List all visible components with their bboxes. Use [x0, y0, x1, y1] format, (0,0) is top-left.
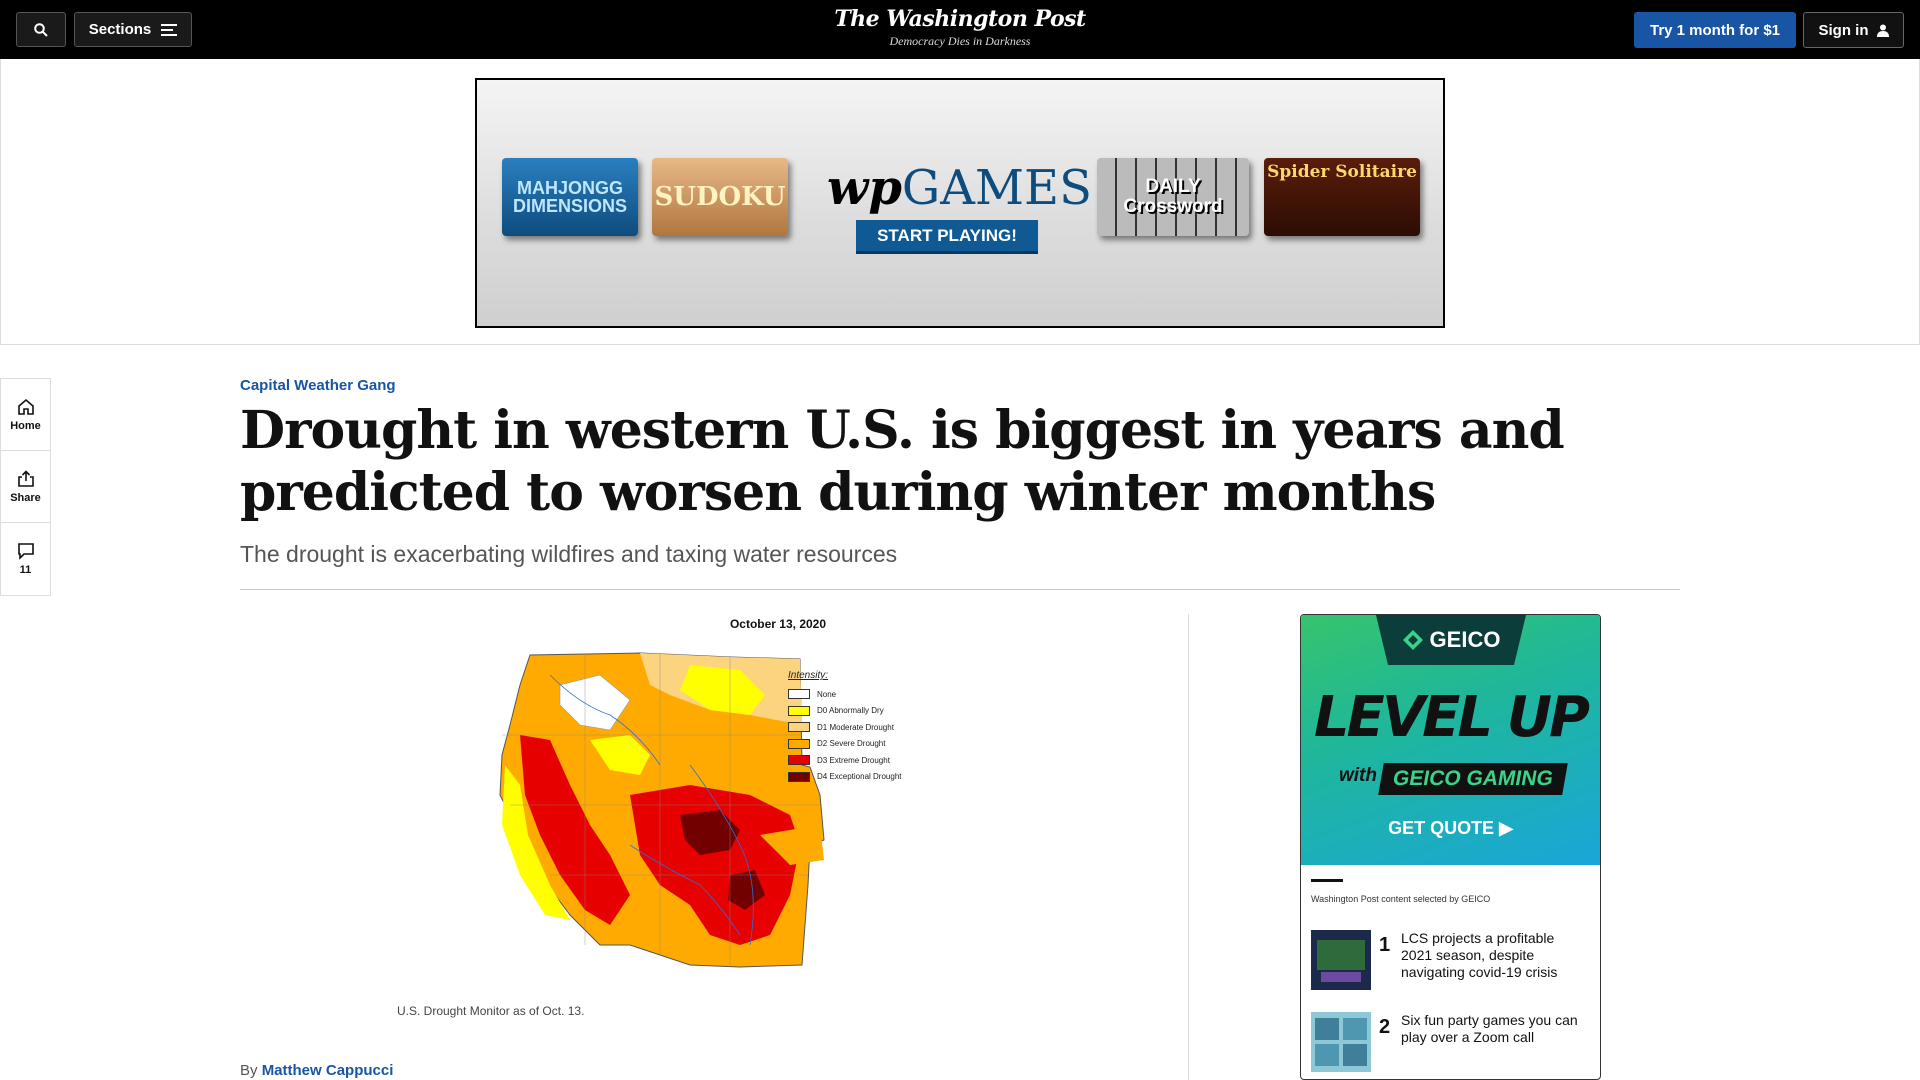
- comments-button[interactable]: 11: [1, 523, 50, 595]
- wp-games-ad[interactable]: MAHJONGG DIMENSIONS SUDOKU wpGAMES START…: [475, 78, 1445, 328]
- share-label: Share: [10, 491, 41, 504]
- solitaire-tile[interactable]: Spider Solitaire: [1264, 158, 1420, 236]
- search-icon: [34, 22, 48, 37]
- author-link[interactable]: Matthew Cappucci: [262, 1062, 394, 1079]
- geico-logo-text: GEICO: [1429, 627, 1501, 652]
- geico-ad[interactable]: GEICO LEVEL UP with GEICO GAMING GET QUO…: [1300, 614, 1601, 1080]
- user-icon: [1876, 24, 1889, 37]
- legend-item: D4 Exceptional Drought: [788, 769, 902, 786]
- signin-label: Sign in: [1818, 21, 1869, 39]
- crossword-daily: DAILY: [1145, 176, 1201, 197]
- geico-g-icon: [1402, 630, 1423, 650]
- wp-games-logo: wpGAMES START PLAYING!: [827, 160, 1092, 254]
- legend-swatch: [788, 771, 810, 782]
- legend-item: D1 Moderate Drought: [788, 719, 902, 736]
- legend-label: D1 Moderate Drought: [817, 722, 894, 732]
- figure-caption: U.S. Drought Monitor as of Oct. 13.: [397, 1004, 585, 1018]
- menu-icon: [161, 23, 178, 36]
- legend-item: D0 Abnormally Dry: [788, 703, 902, 720]
- crossword-word: Crossword: [1123, 196, 1223, 217]
- subheadline: The drought is exacerbating wildfires an…: [240, 541, 898, 567]
- column-divider: [1188, 614, 1189, 1080]
- logo-tagline: Democracy Dies in Darkness: [889, 34, 1031, 48]
- geico-logo: GEICO: [1376, 615, 1526, 665]
- geico-ad-banner[interactable]: GEICO LEVEL UP with GEICO GAMING GET QUO…: [1301, 615, 1600, 865]
- sponsored-label: Washington Post content selected by GEIC…: [1311, 894, 1491, 904]
- legend-swatch: [788, 738, 810, 749]
- byline-prefix: By: [240, 1062, 258, 1079]
- story-number: 1: [1379, 934, 1391, 956]
- accent-bar: [1311, 879, 1343, 882]
- sponsored-story[interactable]: 2 Six fun party games you can play over …: [1311, 1012, 1591, 1074]
- start-playing-button[interactable]: START PLAYING!: [856, 220, 1038, 254]
- wp-mark: wp: [827, 160, 902, 216]
- map-legend: Intensity: None D0 Abnormally Dry D1 Mod…: [788, 670, 902, 785]
- share-icon: [17, 469, 34, 487]
- legend-label: None: [817, 689, 837, 699]
- home-button[interactable]: Home: [1, 379, 50, 451]
- logo[interactable]: The Washington Post Democracy Dies in Da…: [760, 6, 1160, 49]
- legend-item: None: [788, 686, 902, 703]
- legend-label: D3 Extreme Drought: [817, 755, 890, 765]
- legend-swatch: [788, 755, 810, 766]
- get-quote-button[interactable]: GET QUOTE ▶: [1301, 818, 1600, 839]
- story-thumbnail: [1311, 930, 1371, 990]
- geico-gaming-text: GEICO GAMING: [1378, 763, 1568, 795]
- divider: [240, 589, 1680, 590]
- story-number: 2: [1379, 1016, 1391, 1038]
- comment-icon: [17, 543, 34, 560]
- map-date: October 13, 2020: [729, 617, 827, 631]
- story-title[interactable]: LCS projects a profitable 2021 season, d…: [1401, 930, 1586, 981]
- story-title[interactable]: Six fun party games you can play over a …: [1401, 1012, 1586, 1046]
- story-thumbnail: [1311, 1012, 1371, 1072]
- byline: By Matthew Cappucci: [240, 1062, 393, 1079]
- legend-label: D0 Abnormally Dry: [817, 706, 884, 716]
- search-button[interactable]: [16, 12, 66, 47]
- legend-label: D4 Exceptional Drought: [817, 772, 902, 782]
- legend-item: D2 Severe Drought: [788, 736, 902, 753]
- top-nav: Sections The Washington Post Democracy D…: [0, 0, 1920, 59]
- sponsored-story[interactable]: 1 LCS projects a profitable 2021 season,…: [1311, 930, 1591, 992]
- comments-count: 11: [19, 564, 32, 576]
- games-word: GAMES: [901, 160, 1092, 216]
- legend-swatch: [788, 722, 810, 733]
- section-kicker[interactable]: Capital Weather Gang: [240, 377, 396, 394]
- crossword-tile[interactable]: DAILY Crossword: [1097, 158, 1249, 236]
- legend-swatch: [788, 689, 810, 700]
- share-button[interactable]: Share: [1, 451, 50, 523]
- mahjong-tile[interactable]: MAHJONGG DIMENSIONS: [502, 158, 638, 236]
- headline: Drought in western U.S. is biggest in ye…: [240, 400, 1565, 523]
- legend-label: D2 Severe Drought: [817, 739, 886, 749]
- legend-swatch: [788, 705, 810, 716]
- legend-title: Intensity:: [788, 670, 829, 681]
- home-label: Home: [10, 419, 41, 432]
- sections-label: Sections: [88, 21, 152, 38]
- level-up-text: LEVEL UP: [1313, 685, 1590, 750]
- with-text: with: [1339, 765, 1377, 786]
- logo-title: The Washington Post: [834, 6, 1086, 32]
- sections-button[interactable]: Sections: [74, 12, 192, 47]
- left-rail: Home Share 11: [0, 378, 51, 596]
- sudoku-tile[interactable]: SUDOKU: [652, 158, 788, 236]
- subscribe-button[interactable]: Try 1 month for $1: [1634, 12, 1796, 48]
- signin-button[interactable]: Sign in: [1803, 12, 1904, 48]
- legend-item: D3 Extreme Drought: [788, 752, 902, 769]
- home-icon: [17, 398, 34, 415]
